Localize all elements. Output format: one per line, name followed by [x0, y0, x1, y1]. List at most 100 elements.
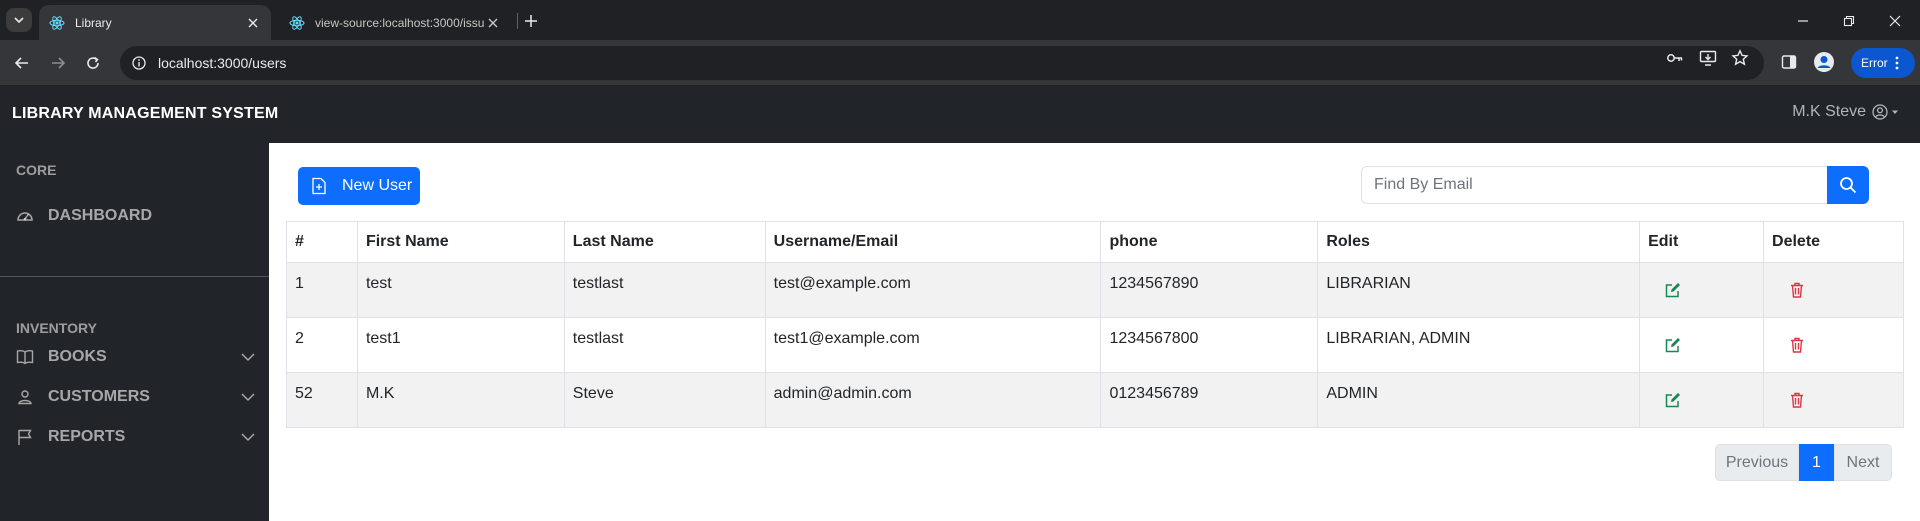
reload-icon: [87, 56, 99, 69]
install-app-icon[interactable]: [1699, 49, 1717, 67]
user-menu[interactable]: M.K Steve: [1792, 103, 1900, 121]
close-window-button[interactable]: [1884, 10, 1906, 32]
flag-icon: [16, 428, 34, 446]
cell-id: 52: [286, 372, 358, 428]
cell-edit: [1639, 317, 1765, 373]
sidebar-item-reports[interactable]: REPORTS: [16, 425, 256, 449]
cell-last-name: testlast: [563, 262, 766, 318]
browser-tab-bar: Library view-source:localhost:3000/issu: [0, 0, 1920, 40]
sidebar-item-label: REPORTS: [48, 428, 126, 445]
cell-edit: [1639, 372, 1765, 428]
column-header-delete: Delete: [1763, 221, 1904, 263]
restore-button[interactable]: [1838, 10, 1860, 32]
chevron-down-icon: [241, 433, 255, 442]
sidebar-item-label: BOOKS: [48, 348, 107, 365]
trash-icon[interactable]: [1788, 336, 1806, 354]
error-menu-button[interactable]: Error: [1851, 48, 1915, 78]
trash-icon[interactable]: [1788, 281, 1806, 299]
tab-library[interactable]: Library: [39, 5, 271, 40]
column-header-id: #: [286, 221, 358, 263]
table-row: 2 test1 testlast test1@example.com 12345…: [286, 317, 1904, 373]
cell-phone: 1234567890: [1100, 262, 1319, 318]
sidebar-item-label: DASHBOARD: [48, 207, 152, 224]
chevron-down-icon: [14, 17, 24, 24]
pagination: Previous 1 Next: [1715, 444, 1892, 481]
table-row: 1 test testlast test@example.com 1234567…: [286, 262, 1904, 318]
column-header-first-name: First Name: [356, 221, 565, 263]
side-panel-icon[interactable]: [1777, 50, 1801, 74]
tab-separator: [517, 13, 518, 29]
user-name: M.K Steve: [1792, 103, 1866, 120]
cell-first-name: M.K: [356, 372, 565, 428]
chevron-down-icon: [241, 393, 255, 402]
password-key-icon[interactable]: [1666, 49, 1684, 67]
sidebar-divider: [0, 276, 269, 277]
bookmark-star-icon[interactable]: [1731, 49, 1749, 67]
browser-toolbar: localhost:3000/users Error: [0, 40, 1920, 85]
close-icon: [1889, 15, 1901, 27]
sidebar-heading-inventory: INVENTORY: [16, 320, 97, 336]
edit-icon[interactable]: [1664, 391, 1682, 409]
cell-edit: [1639, 262, 1765, 318]
site-info-icon[interactable]: [132, 56, 146, 70]
forward-button[interactable]: [45, 50, 71, 76]
react-icon: [289, 15, 305, 30]
sidebar-item-customers[interactable]: CUSTOMERS: [16, 385, 256, 409]
cell-roles: LIBRARIAN, ADMIN: [1317, 317, 1641, 373]
cell-delete: [1763, 262, 1904, 318]
edit-icon[interactable]: [1664, 281, 1682, 299]
cell-last-name: testlast: [563, 317, 766, 373]
cell-email: test1@example.com: [764, 317, 1102, 373]
url-text: localhost:3000/users: [158, 55, 287, 71]
edit-icon[interactable]: [1664, 336, 1682, 354]
users-table: # First Name Last Name Username/Email ph…: [286, 221, 1904, 428]
sidebar: CORE DASHBOARD INVENTORY BOOKS CUSTOMERS…: [0, 143, 269, 521]
email-search-input[interactable]: [1361, 166, 1828, 204]
column-header-last-name: Last Name: [563, 221, 766, 263]
error-label: Error: [1861, 56, 1888, 70]
tab-search-button[interactable]: [6, 8, 32, 32]
column-header-roles: Roles: [1317, 221, 1641, 263]
table-header-row: # First Name Last Name Username/Email ph…: [286, 221, 1904, 263]
sidebar-item-books[interactable]: BOOKS: [16, 345, 256, 369]
book-icon: [16, 348, 34, 366]
cell-phone: 0123456789: [1100, 372, 1319, 428]
search-button[interactable]: [1827, 166, 1869, 204]
cell-first-name: test: [356, 262, 565, 318]
arrow-left-icon: [14, 57, 28, 69]
address-bar[interactable]: localhost:3000/users: [120, 46, 1764, 80]
cell-phone: 1234567800: [1100, 317, 1319, 373]
file-plus-icon: [312, 177, 326, 195]
tab-title: view-source:localhost:3000/issu: [315, 15, 485, 30]
minimize-icon: [1798, 20, 1808, 22]
profile-avatar-icon[interactable]: [1812, 50, 1836, 74]
new-tab-button[interactable]: [520, 10, 542, 32]
caret-down-icon: [1892, 110, 1898, 114]
cell-id: 2: [286, 317, 358, 373]
back-button[interactable]: [9, 50, 35, 76]
chevron-down-icon: [241, 353, 255, 362]
column-header-phone: phone: [1100, 221, 1319, 263]
column-header-email: Username/Email: [764, 221, 1102, 263]
close-tab-icon[interactable]: [485, 15, 501, 31]
close-tab-icon[interactable]: [245, 15, 261, 31]
cell-id: 1: [286, 262, 358, 318]
arrow-right-icon: [52, 57, 66, 69]
table-row: 52 M.K Steve admin@admin.com 0123456789 …: [286, 372, 1904, 428]
cell-delete: [1763, 317, 1904, 373]
reload-button[interactable]: [80, 50, 106, 76]
sidebar-item-dashboard[interactable]: DASHBOARD: [16, 204, 256, 228]
app-header: LIBRARY MANAGEMENT SYSTEM M.K Steve: [0, 85, 1920, 143]
minimize-button[interactable]: [1792, 10, 1814, 32]
column-header-edit: Edit: [1639, 221, 1765, 263]
gauge-icon: [16, 207, 34, 225]
react-icon: [49, 15, 65, 30]
trash-icon[interactable]: [1788, 391, 1806, 409]
tab-view-source[interactable]: view-source:localhost:3000/issu: [279, 5, 511, 40]
app-brand[interactable]: LIBRARY MANAGEMENT SYSTEM: [12, 105, 278, 123]
sidebar-item-label: CUSTOMERS: [48, 388, 150, 405]
new-user-button[interactable]: New User: [298, 167, 420, 205]
previous-page-button[interactable]: Previous: [1715, 444, 1799, 481]
page-1-button[interactable]: 1: [1799, 444, 1834, 481]
next-page-button[interactable]: Next: [1834, 444, 1892, 481]
